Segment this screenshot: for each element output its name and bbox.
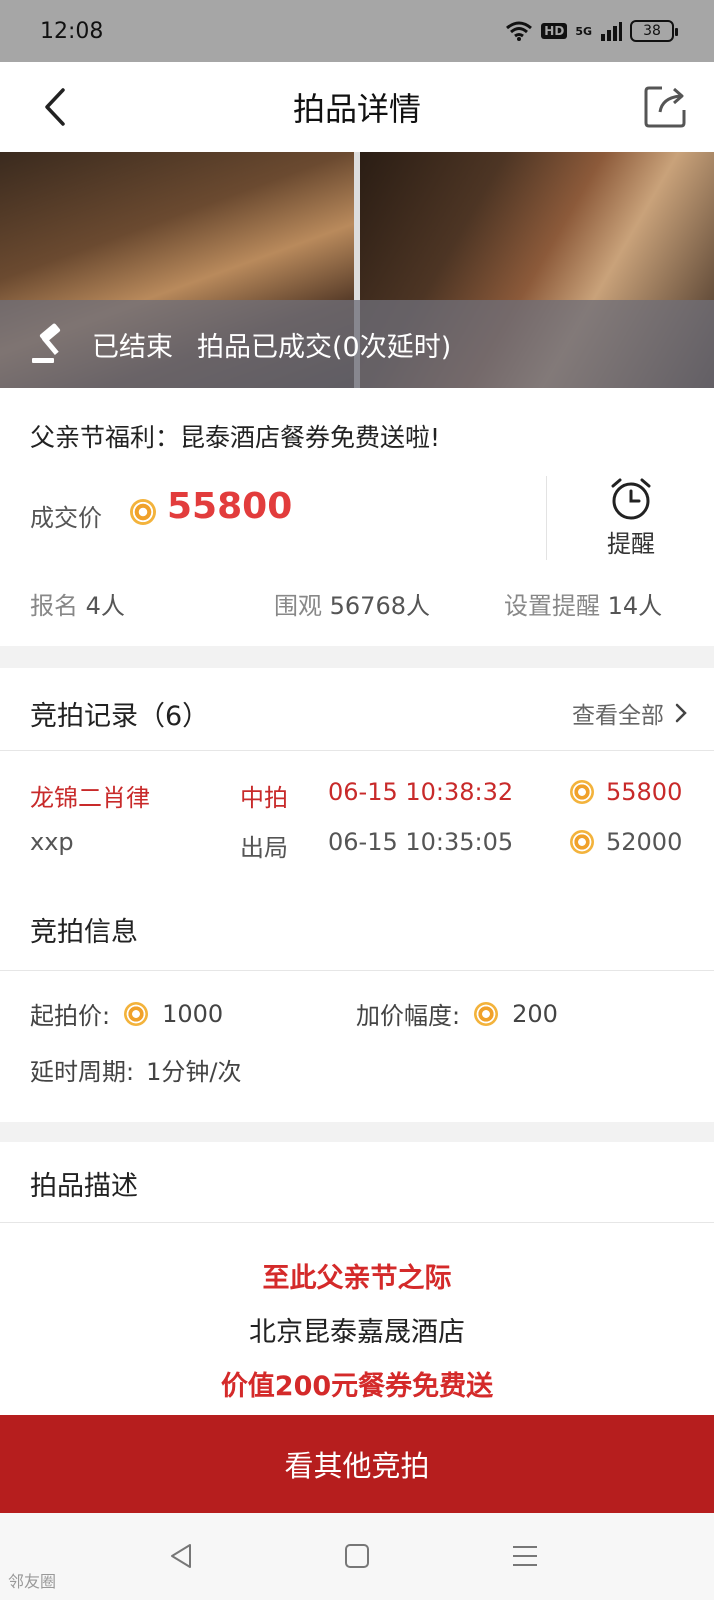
reminders-count: 14人 bbox=[607, 592, 663, 620]
increment-value: 200 bbox=[512, 999, 558, 1028]
remind-label: 提醒 bbox=[607, 530, 655, 558]
nav-menu-icon[interactable] bbox=[508, 1539, 542, 1573]
views-count: 56768人 bbox=[329, 592, 430, 620]
final-price: 55800 bbox=[167, 486, 293, 527]
start-price-value: 1000 bbox=[162, 999, 224, 1028]
bid-amount: 55800 bbox=[570, 778, 682, 806]
status-time: 12:08 bbox=[40, 18, 104, 44]
bidder-name: 龙锦二肖律 bbox=[30, 784, 150, 812]
views-stat: 围观 56768人 bbox=[274, 586, 430, 621]
bid-time: 06-15 10:38:32 bbox=[328, 778, 514, 806]
status-bar: 12:08 HD 5G 38 bbox=[0, 0, 714, 62]
network-label: 5G bbox=[575, 24, 592, 38]
coin-icon bbox=[124, 1001, 149, 1026]
reminders-label: 设置提醒 bbox=[504, 592, 600, 620]
coin-icon bbox=[130, 499, 156, 525]
app-header: 拍品详情 bbox=[0, 62, 714, 152]
increment-label: 加价幅度: bbox=[356, 1002, 461, 1030]
auction-status: 已结束 bbox=[92, 331, 173, 363]
battery-level: 38 bbox=[643, 23, 661, 39]
system-nav-bar bbox=[0, 1513, 714, 1600]
increment-row: 加价幅度: 200 bbox=[356, 996, 558, 1031]
auction-result: 拍品已成交(0次延时) bbox=[197, 331, 452, 363]
coin-icon bbox=[570, 780, 594, 804]
share-icon bbox=[644, 86, 686, 128]
description-line: 北京昆泰嘉晟酒店 bbox=[249, 1317, 465, 1348]
signup-label: 报名 bbox=[30, 592, 78, 620]
divider bbox=[0, 750, 714, 751]
coin-icon bbox=[570, 830, 594, 854]
chevron-left-icon bbox=[45, 88, 65, 126]
page-title: 拍品详情 bbox=[292, 90, 421, 128]
views-label: 围观 bbox=[274, 592, 322, 620]
hd-icon: HD bbox=[541, 23, 568, 39]
watermark: 邻友圈 bbox=[8, 1572, 57, 1591]
chevron-right-icon bbox=[675, 703, 687, 723]
divider bbox=[0, 970, 714, 971]
item-banner[interactable]: 已结束 拍品已成交(0次延时) bbox=[0, 152, 714, 388]
start-price-row: 起拍价: 1000 bbox=[30, 996, 223, 1031]
bid-records-card: 竞拍记录（6） 查看全部 龙锦二肖律 中拍 06-15 10:38:32 558… bbox=[0, 668, 714, 1122]
status-icons: HD 5G 38 bbox=[505, 20, 678, 42]
bid-amount: 52000 bbox=[570, 828, 682, 856]
remind-button[interactable]: 提醒 bbox=[590, 476, 672, 566]
delay-row: 延时周期: 1分钟/次 bbox=[30, 1052, 241, 1087]
item-title: 父亲节福利：昆泰酒店餐券免费送啦! bbox=[30, 423, 441, 452]
signup-stat: 报名 4人 bbox=[30, 586, 125, 621]
start-price-label: 起拍价: bbox=[30, 1002, 111, 1030]
stats-row: 报名 4人 围观 56768人 设置提醒 14人 bbox=[30, 586, 684, 622]
auction-status-overlay: 已结束 拍品已成交(0次延时) bbox=[0, 300, 714, 388]
other-auctions-button[interactable]: 看其他竞拍 bbox=[0, 1415, 714, 1513]
description-card: 拍品描述 至此父亲节之际 北京昆泰嘉晟酒店 价值200元餐券免费送 bbox=[0, 1142, 714, 1416]
delay-value: 1分钟/次 bbox=[146, 1058, 242, 1086]
bid-amount-value: 52000 bbox=[606, 828, 683, 856]
bid-amount-value: 55800 bbox=[606, 778, 683, 806]
reminders-stat: 设置提醒 14人 bbox=[504, 586, 662, 621]
back-button[interactable] bbox=[32, 84, 78, 130]
description-title: 拍品描述 bbox=[30, 1171, 138, 1202]
delay-label: 延时周期: bbox=[30, 1058, 135, 1086]
description-line: 价值200元餐券免费送 bbox=[220, 1371, 494, 1402]
description-line: 至此父亲节之际 bbox=[262, 1263, 452, 1294]
gavel-icon bbox=[32, 323, 61, 363]
bid-status: 中拍 bbox=[240, 784, 288, 812]
share-button[interactable] bbox=[642, 84, 688, 130]
battery-icon: 38 bbox=[630, 20, 678, 42]
signal-icon bbox=[601, 22, 622, 41]
item-info-card: 父亲节福利：昆泰酒店餐券免费送啦! 成交价 55800 提醒 报名 4人 围观 … bbox=[0, 388, 714, 646]
bid-status: 出局 bbox=[240, 834, 288, 862]
divider bbox=[0, 1222, 714, 1223]
auction-info-title: 竞拍信息 bbox=[30, 917, 138, 948]
bid-time: 06-15 10:35:05 bbox=[328, 828, 514, 856]
divider bbox=[546, 476, 547, 560]
nav-home-icon[interactable] bbox=[340, 1539, 374, 1573]
view-all-label: 查看全部 bbox=[572, 703, 664, 729]
coin-icon bbox=[474, 1001, 499, 1026]
wifi-icon bbox=[506, 21, 533, 41]
bid-records-title: 竞拍记录（6） bbox=[30, 701, 210, 732]
view-all-link[interactable]: 查看全部 bbox=[572, 696, 688, 730]
bid-record-row: xxp 出局 06-15 10:35:05 52000 bbox=[30, 828, 684, 868]
price-label: 成交价 bbox=[30, 504, 102, 532]
signup-count: 4人 bbox=[85, 592, 125, 620]
bidder-name: xxp bbox=[30, 828, 74, 856]
nav-back-icon[interactable] bbox=[164, 1539, 198, 1573]
alarm-clock-icon bbox=[611, 478, 651, 520]
bid-record-row: 龙锦二肖律 中拍 06-15 10:38:32 55800 bbox=[30, 778, 684, 818]
